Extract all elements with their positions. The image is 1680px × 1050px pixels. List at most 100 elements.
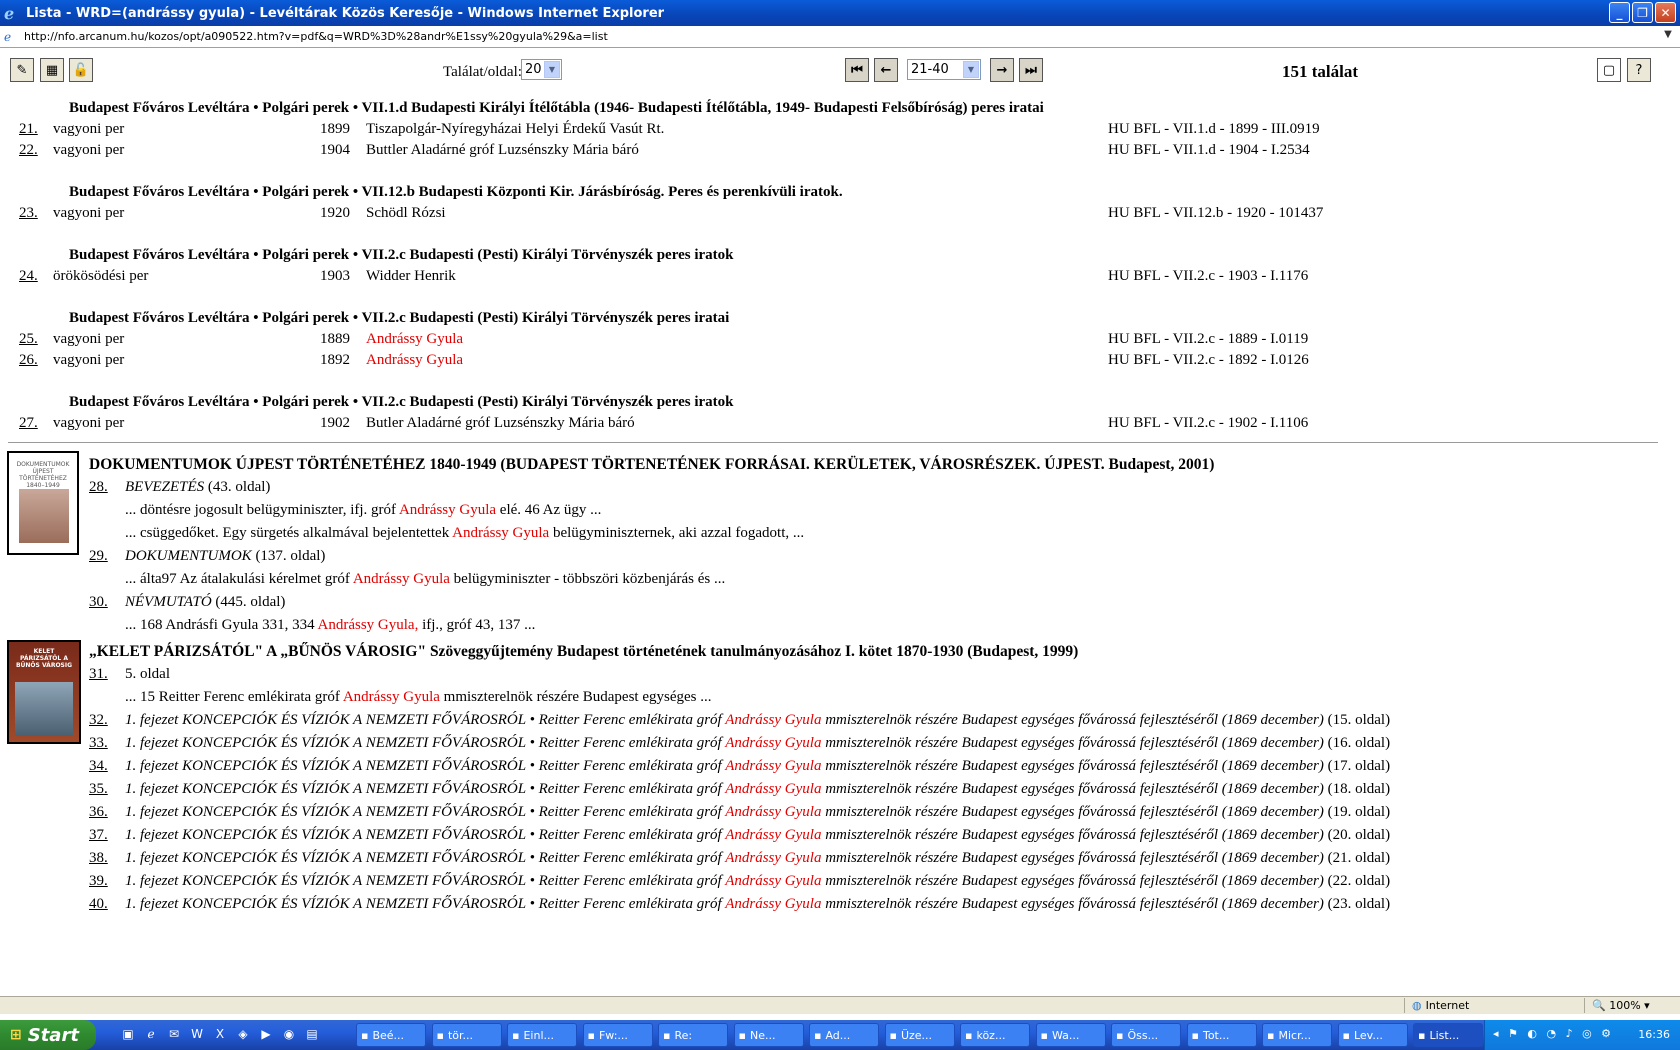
help-icon[interactable]: ? [1627,58,1651,82]
book-cover-thumbnail[interactable]: DOKUMENTUMOK ÚJPEST TÖRTÉNETÉHEZ 1840–19… [7,451,79,555]
quicklaunch-excel-icon[interactable]: X [212,1027,228,1043]
taskbar-task-button[interactable]: ▪ Tot... [1186,1023,1257,1047]
address-bar[interactable]: ℯ http://nfo.arcanum.hu/kozos/opt/a09052… [0,26,1680,48]
book-cover-thumbnail[interactable]: KELET PÁRIZSÁTÓL A BŰNÖS VÁROSIG [7,640,81,744]
range-select[interactable]: 21-40 ▼ [907,59,981,80]
window-view-icon[interactable]: ▢ [1597,58,1621,82]
task-label: Fw:... [598,1028,628,1042]
snippet-highlight: Andrássy Gyula [452,525,550,541]
taskbar-task-button[interactable]: ▪ Micr... [1262,1023,1332,1047]
zone-label: Internet [1425,999,1470,1012]
close-button[interactable]: ✕ [1655,2,1676,23]
task-app-icon: ▪ [587,1028,595,1042]
table-row: 21. vagyoni per 1899 Tiszapolgár-Nyíregy… [0,121,1680,142]
result-number-link[interactable]: 39. [89,873,108,890]
chapter-page: (15. oldal) [1323,712,1391,728]
taskbar-task-button[interactable]: ▪ List... [1413,1023,1483,1047]
snippet-text: ... 168 Andrásfi Gyula 331, 334 [125,617,318,633]
taskbar-task-button[interactable]: ▪ Öss... [1111,1023,1181,1047]
result-number-link[interactable]: 29. [89,548,108,565]
result-number-link[interactable]: 40. [89,896,108,913]
chapter-text: 1. fejezet KONCEPCIÓK ÉS VÍZIÓK A NEMZET… [125,781,726,797]
taskbar-task-button[interactable]: ▪ Wa... [1035,1023,1106,1047]
task-app-icon: ▪ [436,1028,444,1042]
result-number-link[interactable]: 33. [89,735,108,752]
minimize-button[interactable]: _ [1609,2,1630,23]
quicklaunch-media-icon[interactable]: ◉ [281,1027,297,1043]
taskbar-task-button[interactable]: ▪ Üze... [884,1023,955,1047]
taskbar-task-button[interactable]: ▪ Lev... [1337,1023,1408,1047]
result-number-link[interactable]: 23. [19,205,38,222]
section-divider [8,442,1658,443]
system-tray: ◂ ⚑ ◐ ◔ ♪ ◎ ⚙ 16:36 [1484,1020,1680,1050]
per-page-select[interactable]: 20 ▼ [521,59,562,80]
unlock-icon[interactable]: 🔓 [69,58,93,82]
case-reference: HU BFL - VII.2.c - 1902 - I.1106 [1108,415,1309,431]
chapter-page: (18. oldal) [1323,781,1391,797]
taskbar-task-button[interactable]: ▪ Ne... [733,1023,804,1047]
highlighter-tool-icon[interactable]: ✎ [10,58,34,82]
chapter-text: mmiszterelnök részére Budapest egységes … [821,712,1324,728]
taskbar-task-button[interactable]: ▪ Ad... [809,1023,879,1047]
chapter-text: 1. fejezet KONCEPCIÓK ÉS VÍZIÓK A NEMZET… [125,873,726,889]
result-number-link[interactable]: 31. [89,666,108,683]
view-toggle-icon[interactable]: ▦ [40,58,64,82]
taskbar-task-button[interactable]: ▪ tör... [431,1023,502,1047]
case-type: vagyoni per [53,331,125,347]
taskbar-task-button[interactable]: ▪ Beé... [356,1023,426,1047]
task-app-icon: ▪ [814,1028,822,1042]
result-number-link[interactable]: 22. [19,142,38,159]
result-number-link[interactable]: 35. [89,781,108,798]
quicklaunch-word-icon[interactable]: W [189,1027,205,1043]
first-page-icon[interactable]: ⏮ [845,58,869,82]
chapter-title: 1. fejezet KONCEPCIÓK ÉS VÍZIÓK A NEMZET… [125,896,1390,913]
result-number-link[interactable]: 37. [89,827,108,844]
chapter-title: 1. fejezet KONCEPCIÓK ÉS VÍZIÓK A NEMZET… [125,712,1390,729]
task-label: Üze... [900,1028,933,1042]
last-page-icon[interactable]: ⏭ [1019,58,1043,82]
result-number-link[interactable]: 28. [89,479,108,496]
quicklaunch-player-icon[interactable]: ▶ [258,1027,274,1043]
chapter-highlight: Andrássy Gyula [725,735,822,751]
zoom-level[interactable]: 🔍 100% ▾ [1592,999,1650,1012]
result-number-link[interactable]: 38. [89,850,108,867]
result-number-link[interactable]: 32. [89,712,108,729]
quicklaunch-desktop-icon[interactable]: ▣ [120,1027,136,1043]
quicklaunch-ie-icon[interactable]: ℯ [143,1027,159,1043]
result-number-link[interactable]: 21. [19,121,38,138]
quicklaunch-outlook-icon[interactable]: ✉ [166,1027,182,1043]
taskbar-task-button[interactable]: ▪ Re: [658,1023,728,1047]
address-dropdown-icon[interactable]: ▼ [1660,29,1676,45]
cover-building-image [19,489,69,543]
section-name: BEVEZETÉS [125,479,205,495]
result-number-link[interactable]: 30. [89,594,108,611]
quicklaunch-network-icon[interactable]: ◈ [235,1027,251,1043]
prev-page-icon[interactable]: ← [874,58,898,82]
snippet-text: mmiszterelnök részére Budapest egységes … [439,689,712,705]
per-page-label: Találat/oldal: [443,64,522,80]
result-number-link[interactable]: 36. [89,804,108,821]
chapter-text: mmiszterelnök részére Budapest egységes … [821,804,1324,820]
quicklaunch-folder-icon[interactable]: ▤ [304,1027,320,1043]
result-number-link[interactable]: 26. [19,352,38,369]
chapter-text: 1. fejezet KONCEPCIÓK ÉS VÍZIÓK A NEMZET… [125,712,726,728]
case-party: Buttler Aladárné gróf Luzsénszky Mária b… [366,142,639,158]
next-page-icon[interactable]: → [990,58,1014,82]
chevron-down-icon[interactable]: ▼ [963,61,979,78]
result-number-link[interactable]: 25. [19,331,38,348]
taskbar-task-button[interactable]: ▪ Einl... [507,1023,577,1047]
chevron-down-icon[interactable]: ▼ [544,61,560,78]
url-text[interactable]: http://nfo.arcanum.hu/kozos/opt/a090522.… [24,30,608,43]
result-number-link[interactable]: 27. [19,415,38,432]
result-number-link[interactable]: 24. [19,268,38,285]
result-number-link[interactable]: 34. [89,758,108,775]
case-year: 1904 [320,142,350,158]
tray-icons[interactable]: ◂ ⚑ ◐ ◔ ♪ ◎ ⚙ [1493,1027,1614,1040]
chapter-title: 1. fejezet KONCEPCIÓK ÉS VÍZIÓK A NEMZET… [125,758,1390,775]
table-row: 26. vagyoni per 1892 Andrássy Gyula HU B… [0,352,1680,373]
start-button[interactable]: ⊞ Start [0,1020,96,1050]
maximize-button[interactable]: ❐ [1632,2,1653,23]
window-titlebar: ℯ Lista - WRD=(andrássy gyula) - Levéltá… [0,0,1680,26]
taskbar-task-button[interactable]: ▪ köz... [960,1023,1030,1047]
taskbar-task-button[interactable]: ▪ Fw:... [582,1023,653,1047]
